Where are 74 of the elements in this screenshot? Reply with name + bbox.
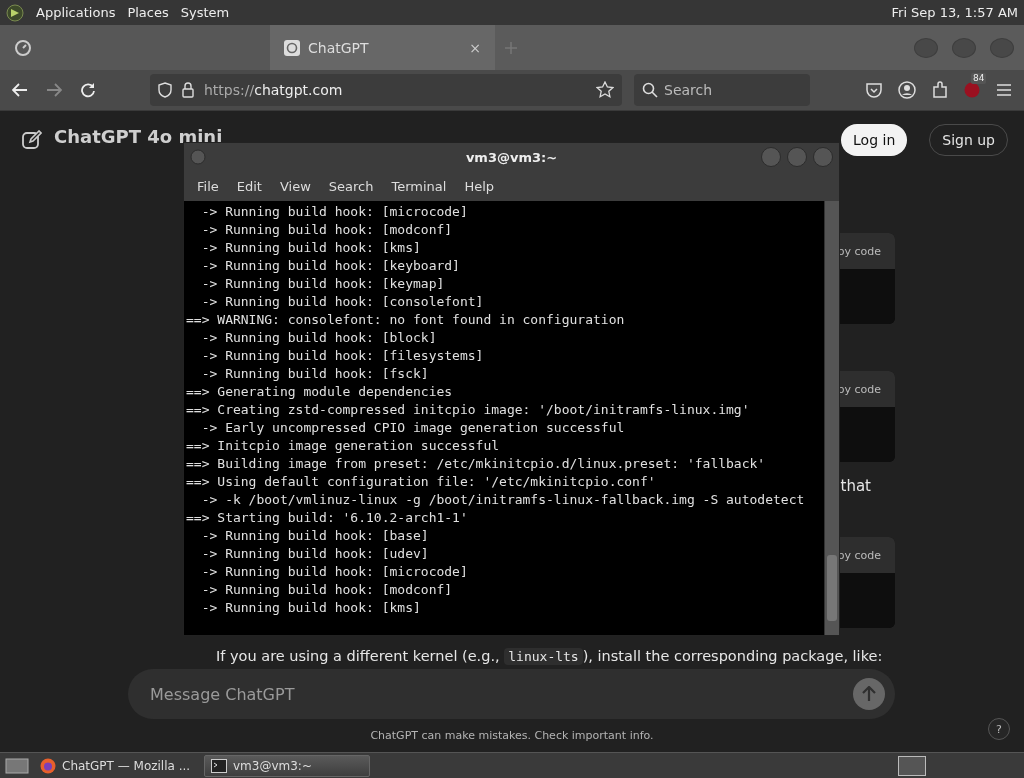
window-button[interactable]	[952, 37, 976, 58]
panel-menu[interactable]: Applications	[36, 5, 116, 20]
panel-menu[interactable]: System	[180, 5, 230, 20]
terminal-line: -> Running build hook: [modconf]	[200, 221, 454, 239]
puzzle-icon[interactable]	[932, 81, 948, 99]
message-paragraph: If you are using a different kernel (e.g., linux-lts ), install the corresponding package, like:	[215, 648, 884, 664]
desktop-icon[interactable]	[4, 756, 30, 775]
arrow-up-icon	[862, 686, 876, 702]
terminal-line: ==> Building image from preset: /etc/mkinitcpio.d/linux.preset: 'fallback'	[186, 455, 767, 473]
terminal-line: -> Running build hook: [kms]	[200, 239, 422, 257]
address-bar[interactable]: https://chatgpt.com	[150, 74, 622, 106]
terminal-line: -> Running build hook: [base]	[200, 527, 430, 545]
help-button[interactable]: ?	[988, 718, 1010, 740]
terminal-line: -> Running build hook: [fsck]	[200, 365, 430, 383]
terminal-line: -> Running build hook: [block]	[200, 329, 438, 347]
terminal-line: ==> Initcpio image generation successful	[186, 437, 501, 455]
close-button[interactable]: ×	[469, 39, 481, 56]
browser-tab[interactable]: ChatGPT ×	[270, 25, 495, 70]
gauge-icon	[14, 38, 32, 57]
star-icon[interactable]	[596, 81, 614, 99]
panel-menu[interactable]: Places	[127, 5, 169, 20]
window-button[interactable]	[990, 37, 1014, 58]
search-field[interactable]: Search	[634, 74, 810, 106]
pocket-icon[interactable]	[866, 82, 882, 98]
window-button[interactable]	[787, 147, 807, 167]
terminal-line: ==> WARNING: consolefont: no font found in configuration	[186, 311, 626, 329]
reload-icon[interactable]	[80, 82, 96, 98]
window-button[interactable]	[914, 37, 938, 58]
app-menu-icon	[6, 3, 24, 22]
terminal-line: ==> Starting build: '6.10.2-arch1-1'	[186, 509, 469, 527]
terminal-line: -> Running build hook: [keymap]	[200, 275, 446, 293]
terminal-line: ==> Creating zstd-compressed initcpio image: '/boot/initramfs-linux.img'	[186, 401, 751, 419]
menu-item[interactable]: Terminal	[382, 178, 456, 194]
edit-icon[interactable]	[22, 130, 42, 150]
terminal-line: ==> Generating module dependencies	[186, 383, 454, 401]
menu-item[interactable]: Search	[319, 178, 383, 194]
terminal-line: -> Running build hook: [consolefont]	[200, 293, 485, 311]
terminal-line: -> Running build hook: [microcode]	[200, 203, 469, 221]
terminal-line: -> Running build hook: [kms]	[200, 599, 422, 617]
workspace-switcher[interactable]	[898, 755, 926, 776]
account-icon[interactable]	[898, 81, 916, 99]
window-menu-icon[interactable]	[190, 149, 206, 165]
forward-icon[interactable]	[46, 83, 62, 97]
search-icon	[642, 82, 658, 98]
terminal-line: -> Running build hook: [keyboard]	[200, 257, 461, 275]
login-button[interactable]: Log in	[841, 124, 908, 156]
terminal-line: -> Running build hook: [filesystems]	[200, 347, 485, 365]
menu-item[interactable]: Help	[455, 178, 504, 194]
terminal-line: -> Running build hook: [modconf]	[200, 581, 454, 599]
menu-item[interactable]: File	[188, 178, 228, 194]
back-icon[interactable]	[12, 83, 28, 97]
taskbar-button[interactable]: vm3@vm3:~	[204, 754, 370, 777]
scrollbar[interactable]	[824, 201, 839, 635]
terminal-line: -> Early uncompressed CPIO image generation successful	[200, 419, 626, 437]
count-badge: 84	[971, 73, 987, 84]
shield-icon	[158, 82, 172, 98]
menu-item[interactable]: Edit	[227, 178, 271, 194]
terminal-line: -> Running build hook: [microcode]	[200, 563, 469, 581]
terminal-line: -> -k /boot/vmlinuz-linux -g /boot/initramfs-linux-fallback.img -S autodetect	[200, 491, 806, 509]
new-tab-icon[interactable]	[505, 41, 517, 54]
message-text: that	[840, 477, 871, 495]
message-field[interactable]: Message ChatGPT	[128, 669, 895, 719]
menu-icon[interactable]	[996, 83, 1012, 97]
lock-icon	[182, 82, 194, 98]
terminal-icon	[211, 758, 227, 773]
window-button[interactable]	[761, 147, 781, 167]
terminal-line: ==> Using default configuration file: '/etc/mkinitcpio.conf'	[186, 473, 657, 491]
window-title: vm3@vm3:~	[465, 149, 558, 165]
menu-item[interactable]: View	[270, 178, 320, 194]
terminal-line: -> Running build hook: [udev]	[200, 545, 430, 563]
clock: Fri Sep 13, 1:57 AM	[891, 5, 1018, 20]
window-button[interactable]	[813, 147, 833, 167]
disclaimer: ChatGPT can make mistakes. Check important info.	[370, 729, 654, 742]
taskbar-button[interactable]: ChatGPT — Mozilla ...	[34, 754, 200, 777]
